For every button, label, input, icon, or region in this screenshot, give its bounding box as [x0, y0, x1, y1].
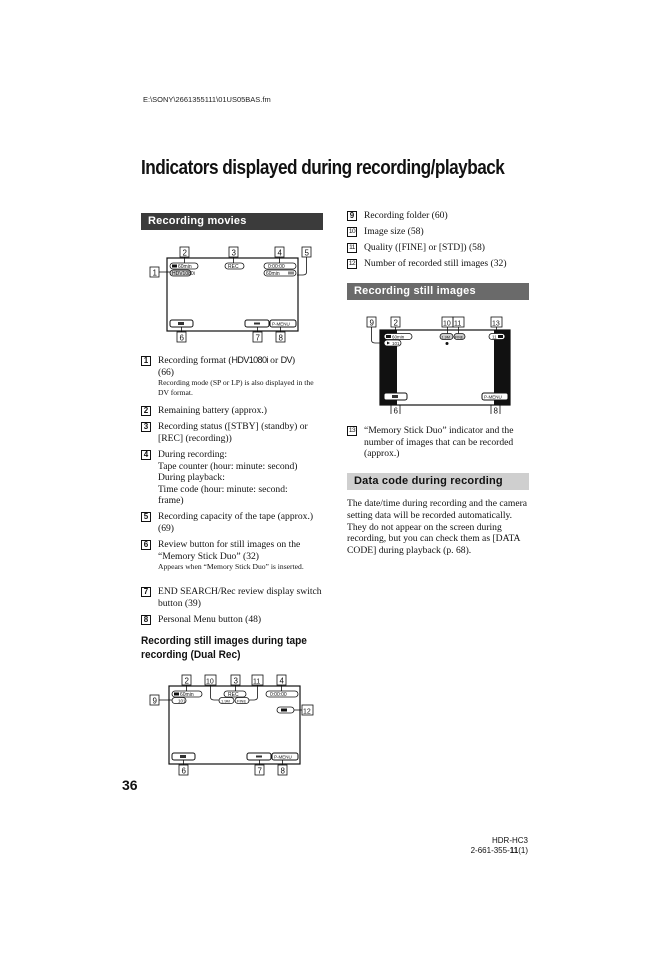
item-10: 10 Image size (58): [347, 226, 424, 237]
file-path: E:\SONY\2661355111\01US05BAS.fm: [143, 95, 271, 104]
callout-12: 12: [303, 709, 311, 716]
callout-13: 13: [492, 321, 500, 328]
battery-indicator: 60min: [392, 335, 405, 340]
callout-4: 4: [280, 677, 285, 686]
item-3: 3 Recording status ([STBY] (standby) or …: [141, 421, 326, 444]
hdv-logo: HDV1080i: [231, 355, 269, 365]
item-9: 9 Recording folder (60): [347, 210, 537, 222]
item-13: 13 “Memory Stick Duo” indicator and the …: [347, 425, 514, 459]
callout-8: 8: [281, 767, 286, 776]
callout-3: 3: [234, 677, 239, 686]
item-number: 1: [141, 356, 151, 366]
callout-10: 10: [206, 679, 214, 686]
section-header-data-code: Data code during recording: [347, 473, 529, 490]
p-menu-button: P-MENU: [274, 755, 292, 760]
data-code-paragraph: The date/time during recording and the c…: [347, 498, 528, 557]
format-indicator: HDV1080i: [172, 271, 195, 277]
still-count-icon: [281, 708, 287, 712]
callout-2: 2: [394, 319, 399, 328]
item-8: 8 Personal Menu button (48): [141, 614, 326, 626]
section-header-recording-still-images: Recording still images: [347, 283, 529, 300]
dv-logo: DV: [280, 355, 293, 365]
callout-8: 8: [279, 334, 284, 343]
remaining-count: 11: [492, 334, 497, 339]
callout-6: 6: [180, 334, 185, 343]
item-2: 2 Remaining battery (approx.): [141, 405, 326, 417]
counter-indicator: 0:00:00: [268, 264, 285, 270]
end-search-button-icon: [256, 755, 262, 758]
model-number: HDR-HC3: [492, 836, 528, 845]
item-note: Appears when “Memory Stick Duo” is inser…: [158, 562, 304, 571]
item-7: 7 END SEARCH/Rec review display switch b…: [141, 586, 326, 609]
callout-9: 9: [153, 697, 158, 706]
item-6: 6 Review button for still images on the …: [141, 539, 326, 572]
callout-5: 5: [305, 249, 310, 258]
item-4: 4 During recording: Tape counter (hour: …: [141, 449, 326, 507]
dual-rec-diagram: 2 10 3 11 4 9 12 6 7 8 60min 101 REC 1.9…: [149, 674, 314, 776]
dual-rec-subheading: Recording still images during tape recor…: [141, 635, 307, 661]
recording-dot-icon: [445, 342, 449, 345]
review-button-icon: [392, 395, 398, 398]
page-title: Indicators displayed during recording/pl…: [141, 157, 505, 179]
battery-indicator: 60min: [180, 692, 194, 698]
p-menu-button: P-MENU: [484, 395, 502, 400]
item-1: 1 Recording format (HDV1080i or DV) (66)…: [141, 355, 326, 397]
item-11: 11 Quality ([FINE] or [STD]) (58): [347, 242, 537, 254]
callout-8: 8: [494, 407, 499, 415]
callout-2: 2: [183, 249, 188, 258]
page-number: 36: [122, 777, 138, 793]
quality-indicator: FINE: [455, 335, 464, 339]
review-button-icon: [178, 322, 184, 325]
callout-9: 9: [370, 319, 375, 328]
counter-indicator: 0:00:00: [270, 692, 287, 698]
memory-stick-icon: [498, 335, 503, 338]
section-header-recording-movies: Recording movies: [141, 213, 323, 230]
item-note: Recording mode (SP or LP) is also displa…: [158, 378, 314, 397]
size-indicator: 1.9M: [221, 698, 230, 703]
folder-indicator: 101: [178, 698, 186, 703]
recording-movies-diagram: 2 3 4 5 1 6 7 8 60min HDV1080i REC 0:00:…: [149, 246, 312, 343]
callout-11: 11: [253, 679, 260, 686]
status-indicator: REC: [228, 264, 239, 270]
folder-indicator: 101: [392, 341, 400, 346]
battery-indicator: 60min: [178, 264, 192, 270]
callout-7: 7: [258, 767, 263, 776]
callout-2: 2: [185, 677, 190, 686]
callout-10: 10: [443, 321, 451, 328]
review-button-icon: [180, 755, 186, 758]
end-search-button-icon: [254, 322, 260, 325]
callout-11: 11: [454, 321, 461, 328]
item-12: 12 Number of recorded still images (32): [347, 258, 507, 269]
status-indicator: REC: [228, 692, 239, 698]
quality-indicator: FINE: [237, 698, 246, 703]
recording-still-images-diagram: 9 2 10 11 13 6 8 60min 101 1.9M FINE 11 …: [366, 316, 511, 415]
tape-remaining-indicator: 60min: [266, 271, 280, 277]
callout-3: 3: [232, 249, 237, 258]
callout-7: 7: [256, 334, 261, 343]
item-5: 5 Recording capacity of the tape (approx…: [141, 511, 326, 534]
p-menu-button: P-MENU: [272, 322, 290, 327]
callout-6: 6: [182, 767, 187, 776]
callout-6: 6: [394, 407, 399, 415]
callout-1: 1: [153, 269, 158, 278]
callout-4: 4: [278, 249, 283, 258]
part-number: 2-661-355-11(1): [470, 846, 528, 855]
size-indicator: 1.9M: [442, 335, 450, 339]
